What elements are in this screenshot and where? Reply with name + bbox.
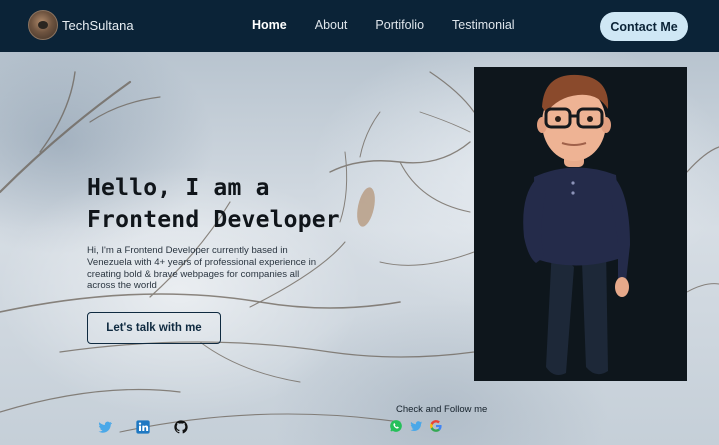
hero-description: Hi, I'm a Frontend Developer currently b…: [87, 245, 317, 292]
developer-avatar-illustration: [523, 74, 630, 375]
talk-with-me-button[interactable]: Let's talk with me: [87, 312, 221, 344]
nav-link-home[interactable]: Home: [252, 18, 287, 32]
whatsapp-icon[interactable]: [389, 419, 403, 433]
follow-label: Check and Follow me: [396, 404, 488, 415]
hero-title: Hello, I am a Frontend Developer: [87, 172, 387, 236]
brand-logo-avatar: [28, 10, 58, 40]
top-navbar: TechSultana Home About Portifolio Testim…: [0, 0, 719, 52]
nav-link-testimonial[interactable]: Testimonial: [452, 18, 515, 32]
follow-section: Check and Follow me: [389, 404, 487, 433]
google-icon[interactable]: [429, 419, 443, 433]
brand-name: TechSultana: [62, 17, 134, 33]
brand[interactable]: TechSultana: [28, 10, 134, 40]
twitter-icon[interactable]: [409, 419, 423, 433]
contact-me-button[interactable]: Contact Me: [600, 12, 688, 41]
nav-link-portfolio[interactable]: Portifolio: [375, 18, 424, 32]
profile-avatar-card: [474, 67, 687, 381]
nav-link-about[interactable]: About: [315, 18, 348, 32]
twitter-icon[interactable]: [97, 419, 113, 435]
social-links-left: [97, 419, 211, 435]
linkedin-icon[interactable]: [135, 419, 151, 435]
follow-icons: [389, 419, 487, 433]
github-icon[interactable]: [173, 419, 189, 435]
nav-links: Home About Portifolio Testimonial: [252, 18, 543, 32]
hero-title-line-2: Frontend Developer: [87, 207, 340, 233]
hero-title-line-1: Hello, I am a: [87, 175, 270, 201]
